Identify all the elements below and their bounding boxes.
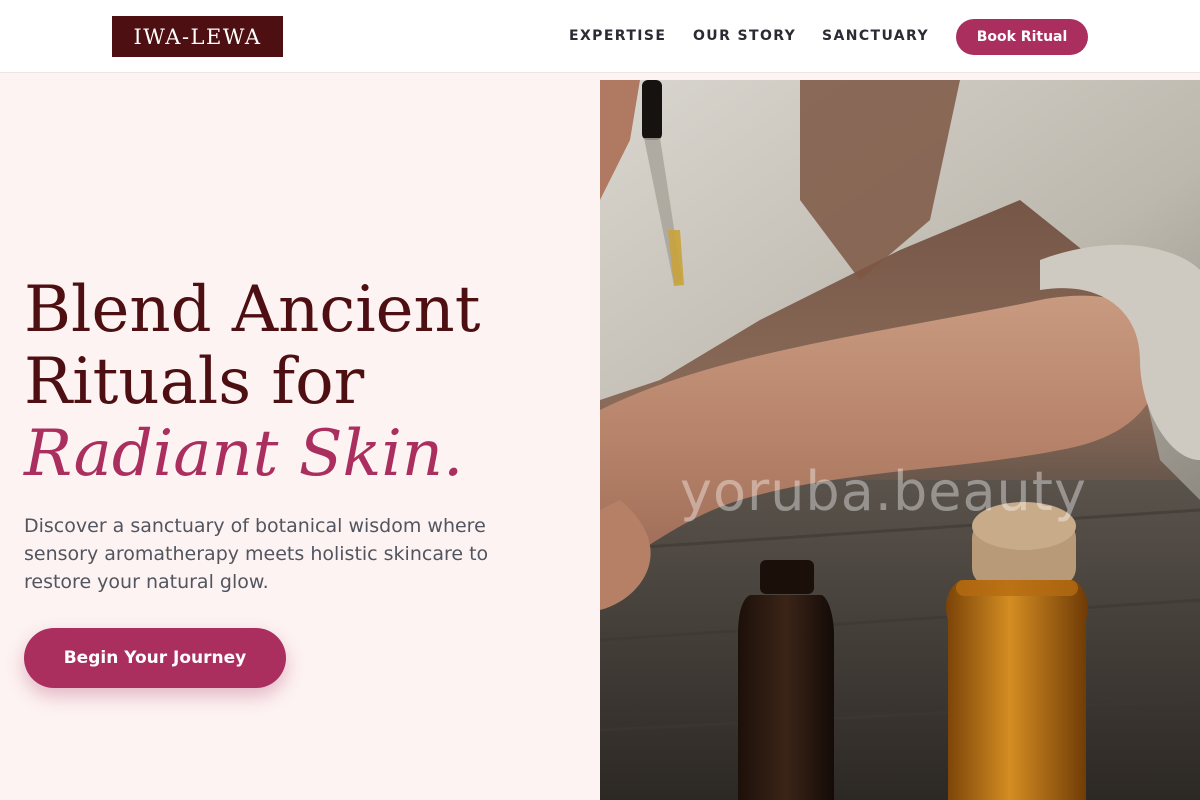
headline-line-2: Rituals for [24, 345, 365, 419]
headline-line-1: Blend Ancient [24, 273, 481, 347]
nav-link-sanctuary[interactable]: SANCTUARY [822, 27, 929, 45]
hero-photo: yoruba.beauty [600, 80, 1200, 800]
hero-description: Discover a sanctuary of botanical wisdom… [24, 515, 489, 593]
image-watermark: yoruba.beauty [680, 460, 1087, 523]
nav-link-expertise[interactable]: EXPERTISE [569, 27, 666, 45]
nav-link-our-story[interactable]: OUR STORY [693, 27, 796, 45]
hero-headline: Blend Ancient Rituals for Radiant Skin. [24, 274, 584, 490]
headline-accent: Radiant Skin. [24, 417, 464, 491]
hero-photo-illustration [600, 80, 1200, 800]
site-header: IWA-LEWA EXPERTISE OUR STORY SANCTUARY B… [0, 0, 1200, 73]
begin-journey-button[interactable]: Begin Your Journey [24, 628, 286, 688]
brand-logo[interactable]: IWA-LEWA [112, 16, 283, 57]
book-ritual-button[interactable]: Book Ritual [956, 19, 1088, 55]
